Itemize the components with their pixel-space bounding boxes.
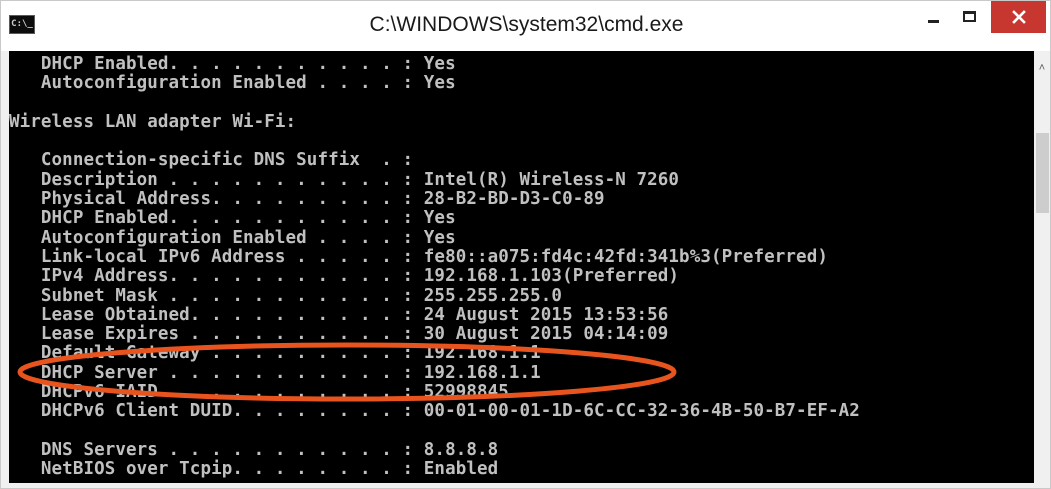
cmd-window: C:\_ C:\WINDOWS\system32\cmd.exe DHCP En… (0, 0, 1051, 489)
console-text: DHCP Enabled. . . . . . . . . . . : Yes … (9, 54, 860, 480)
console-line: DNS Servers . . . . . . . . . . . : 8.8.… (9, 439, 499, 460)
chevron-up-icon[interactable]: ˄ (1036, 63, 1048, 74)
console-line: Connection-specific DNS Suffix . : (9, 150, 414, 171)
console-line: Lease Expires . . . . . . . . . . : 30 A… (9, 324, 669, 345)
console-output[interactable]: DHCP Enabled. . . . . . . . . . . : Yes … (9, 51, 1034, 483)
maximize-icon (962, 10, 976, 22)
close-button[interactable] (991, 1, 1046, 33)
console-line: Autoconfiguration Enabled . . . . : Yes (9, 227, 456, 248)
console-line: NetBIOS over Tcpip. . . . . . . . : Enab… (9, 459, 499, 480)
scrollbar-thumb[interactable] (1036, 133, 1049, 213)
minimize-button[interactable] (916, 1, 950, 31)
console-line: Lease Obtained. . . . . . . . . . : 24 A… (9, 304, 669, 325)
console-line: Subnet Mask . . . . . . . . . . . : 255.… (9, 285, 563, 306)
console-line: DHCPv6 Client DUID. . . . . . . . : 00-0… (9, 401, 860, 422)
console-line: Physical Address. . . . . . . . . : 28-B… (9, 189, 605, 210)
console-line: IPv4 Address. . . . . . . . . . . : 192.… (9, 266, 680, 287)
console-line: DHCPv6 IAID . . . . . . . . . . . : 5299… (9, 382, 509, 403)
console-line: Autoconfiguration Enabled . . . . : Yes (9, 73, 456, 94)
maximize-button[interactable] (952, 1, 986, 31)
window-title: C:\WINDOWS\system32\cmd.exe (369, 13, 684, 36)
console-line: DHCP Enabled. . . . . . . . . . . : Yes (9, 208, 456, 229)
console-line: Default Gateway . . . . . . . . . : 192.… (9, 343, 541, 364)
console-line: DHCP Enabled. . . . . . . . . . . : Yes (9, 54, 456, 74)
vertical-scrollbar[interactable]: ˄ (1034, 51, 1050, 483)
console-line: Link-local IPv6 Address . . . . . : fe80… (9, 246, 828, 267)
console-line: DHCP Server . . . . . . . . . . . : 192.… (9, 362, 541, 383)
minimize-icon (927, 19, 939, 23)
console-line: Wireless LAN adapter Wi-Fi: (9, 111, 297, 132)
title-bar[interactable]: C:\_ C:\WINDOWS\system32\cmd.exe (1, 1, 1050, 51)
close-icon (1011, 10, 1026, 24)
console-line: Description . . . . . . . . . . . : Inte… (9, 169, 680, 190)
